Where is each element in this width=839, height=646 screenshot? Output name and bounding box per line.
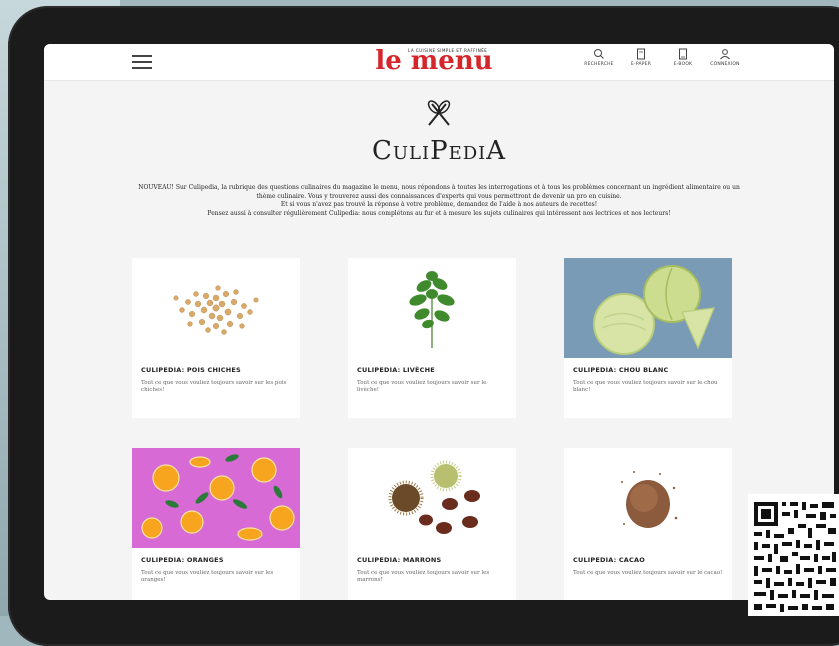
user-icon <box>720 49 730 60</box>
card-description: Tout ce que vous vouliez toujours savoir… <box>141 380 287 393</box>
card-description: Tout ce que vous vouliez toujours savoir… <box>573 380 718 393</box>
brand-tagline: LA CUISINE SIMPLE ET RAFFINÉE <box>408 48 488 53</box>
card-image-lovage <box>348 258 516 358</box>
card-marrons[interactable]: CULIPEDIA: MARRONS Tout ce que vous voul… <box>348 448 516 600</box>
card-title: CULIPEDIA: MARRONS <box>357 556 442 564</box>
card-title: CULIPEDIA: CACAO <box>573 556 645 564</box>
nav-epaper[interactable]: E-PAPER <box>624 48 658 76</box>
whisk-icon <box>427 100 451 126</box>
card-title: CULIPEDIA: POIS CHICHES <box>141 366 241 374</box>
search-icon <box>594 49 604 59</box>
nav-login[interactable]: CONNEXION <box>708 48 742 76</box>
card-image-chestnuts <box>348 448 516 548</box>
card-title: CULIPEDIA: LIVÈCHE <box>357 366 435 374</box>
card-description: Tout ce que vous vouliez toujours savoir… <box>573 570 723 576</box>
nav-search-label: RECHERCHE <box>584 62 614 67</box>
intro-paragraph-3: Pensez aussi à consulter régulièrement C… <box>207 209 671 217</box>
culipedia-header: CuliPediA <box>44 98 834 166</box>
intro-text: NOUVEAU! Sur Culipedia, la rubrique des … <box>134 184 744 218</box>
tablet-screen: LA CUISINE SIMPLE ET RAFFINÉE le menu RE… <box>44 44 834 600</box>
card-title: CULIPEDIA: CHOU BLANC <box>573 366 669 374</box>
header-nav: RECHERCHE E-PAPER E-BOOK CONNEXION <box>582 48 742 76</box>
page-title: CuliPediA <box>371 136 507 166</box>
card-pois-chiches[interactable]: CULIPEDIA: POIS CHICHES Tout ce que vous… <box>132 258 300 418</box>
card-image-cocoa <box>564 448 732 548</box>
card-title: CULIPEDIA: ORANGES <box>141 556 224 564</box>
card-oranges[interactable]: CULIPEDIA: ORANGES Tout ce que vous voul… <box>132 448 300 600</box>
nav-ebook-label: E-BOOK <box>673 62 693 67</box>
card-description: Tout ce que vous vouliez toujours savoir… <box>141 570 274 583</box>
tablet-frame: LA CUISINE SIMPLE ET RAFFINÉE le menu RE… <box>8 6 839 646</box>
site-header: LA CUISINE SIMPLE ET RAFFINÉE le menu RE… <box>44 44 834 81</box>
nav-search[interactable]: RECHERCHE <box>582 48 616 76</box>
card-liveche[interactable]: CULIPEDIA: LIVÈCHE Tout ce que vous voul… <box>348 258 516 418</box>
nav-ebook[interactable]: E-BOOK <box>666 48 700 76</box>
card-image-chickpeas <box>132 258 300 358</box>
intro-paragraph-2: Et si vous n'avez pas trouvé la réponse … <box>280 201 598 208</box>
card-image-oranges <box>132 448 300 548</box>
card-cacao[interactable]: CULIPEDIA: CACAO Tout ce que vous voulie… <box>564 448 732 600</box>
menu-hamburger-icon[interactable] <box>132 55 152 69</box>
site-logo[interactable]: LA CUISINE SIMPLE ET RAFFINÉE le menu <box>374 46 494 78</box>
card-chou-blanc[interactable]: CULIPEDIA: CHOU BLANC Tout ce que vous v… <box>564 258 732 418</box>
nav-login-label: CONNEXION <box>710 62 740 67</box>
qr-code <box>748 494 839 616</box>
card-description: Tout ce que vous vouliez toujours savoir… <box>357 380 487 393</box>
intro-paragraph-1: NOUVEAU! Sur Culipedia, la rubrique des … <box>138 184 740 200</box>
e-book-icon <box>679 48 687 60</box>
e-paper-icon <box>637 48 645 60</box>
card-description: Tout ce que vous vouliez toujours savoir… <box>357 570 490 583</box>
nav-epaper-label: E-PAPER <box>630 62 652 67</box>
card-image-white-cabbage <box>564 258 732 358</box>
